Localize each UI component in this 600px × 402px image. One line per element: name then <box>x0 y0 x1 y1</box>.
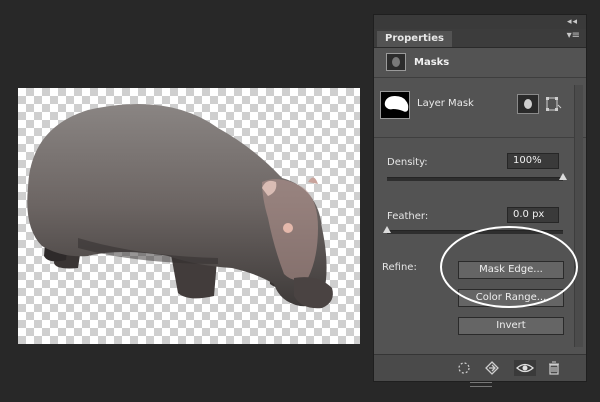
feather-label: Feather: <box>387 211 429 222</box>
panel-bottom-bar <box>374 354 586 387</box>
layer-mask-label: Layer Mask <box>417 98 474 109</box>
apply-mask-icon[interactable] <box>484 360 500 376</box>
masks-header: Masks <box>374 49 586 78</box>
visibility-eye-icon[interactable] <box>514 360 536 376</box>
panel-menu-icon[interactable]: ▾≡ <box>567 30 580 41</box>
mask-silhouette-icon <box>384 96 409 112</box>
divider <box>374 137 586 138</box>
mask-section-icon <box>386 53 406 71</box>
properties-panel: ◂◂ Properties ▾≡ Masks Layer Mask Densit… <box>373 14 587 387</box>
vector-mask-icon[interactable] <box>546 95 562 113</box>
refine-label: Refine: <box>382 262 417 273</box>
layer-mask-row: Layer Mask <box>380 91 566 121</box>
mask-thumbnail[interactable] <box>380 91 410 119</box>
trash-icon[interactable] <box>546 360 562 376</box>
document-canvas[interactable] <box>18 88 360 344</box>
hippo-image <box>27 104 333 309</box>
tab-properties[interactable]: Properties <box>377 31 452 47</box>
density-slider-thumb[interactable] <box>559 173 567 180</box>
collapse-panel-icon[interactable]: ◂◂ <box>567 15 578 29</box>
density-field[interactable]: 100% <box>507 153 559 169</box>
panel-resize-grip[interactable] <box>470 382 492 387</box>
density-slider-track[interactable] <box>387 177 563 181</box>
density-label: Density: <box>387 157 428 168</box>
panel-scrollbar[interactable] <box>574 85 583 347</box>
highlight-ellipse <box>440 226 578 308</box>
section-title: Masks <box>414 57 450 68</box>
feather-slider-thumb[interactable] <box>383 226 391 233</box>
panel-tab-bar: Properties ▾≡ <box>374 29 586 48</box>
feather-field[interactable]: 0.0 px <box>507 207 559 223</box>
invert-button[interactable]: Invert <box>458 317 564 335</box>
load-selection-icon[interactable] <box>456 360 472 376</box>
panel-top-strip: ◂◂ <box>374 15 586 29</box>
pixel-mask-button[interactable] <box>517 94 539 114</box>
